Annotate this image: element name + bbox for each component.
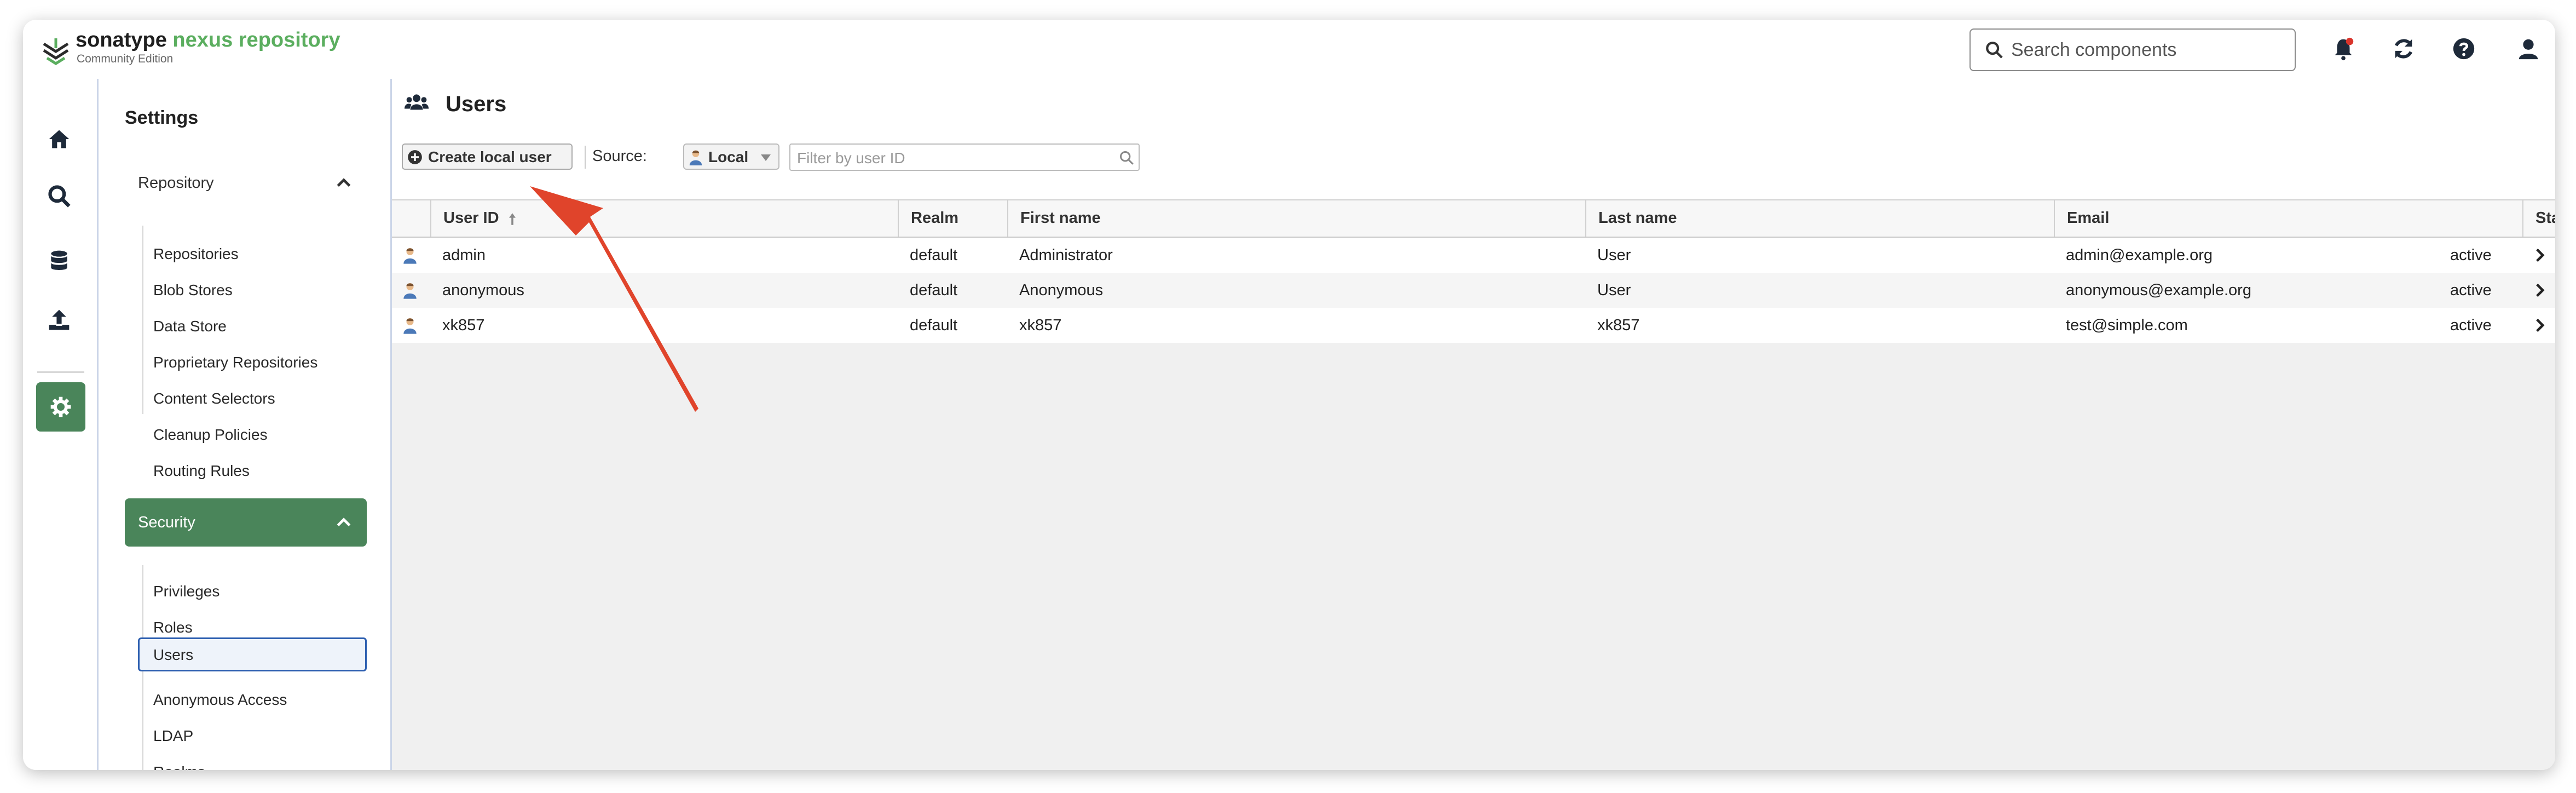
table-row[interactable]: anonymous default Anonymous User anonymo… <box>392 273 2555 308</box>
column-header-actions <box>2522 200 2555 237</box>
nav-item-proprietary-repositories[interactable]: Proprietary Repositories <box>153 354 317 371</box>
column-header-first-name[interactable]: First name <box>1007 200 1585 237</box>
plus-circle-icon <box>408 150 422 164</box>
brand-name: sonatype nexus repository <box>76 28 340 51</box>
source-label: Source: <box>592 147 647 165</box>
main-content: Users Create local user Source: Local Fi… <box>392 79 2555 770</box>
user-icon <box>403 248 417 264</box>
cell-last-name: User <box>1597 281 1631 299</box>
settings-rail-button[interactable] <box>36 382 85 432</box>
repository-group-label: Repository <box>138 174 214 192</box>
create-local-user-label: Create local user <box>428 148 552 165</box>
settings-icon <box>50 396 71 417</box>
top-header: sonatype nexus repository Community Edit… <box>23 20 2555 81</box>
user-icon <box>403 318 417 334</box>
cell-email: anonymous@example.org <box>2066 281 2251 299</box>
cell-email: admin@example.org <box>2066 246 2213 264</box>
nav-item-realms[interactable]: Realms <box>153 763 205 770</box>
cell-user-id: xk857 <box>442 317 485 334</box>
settings-nav: Settings Repository Repositories Blob St… <box>99 79 392 770</box>
chevron-up-icon <box>337 178 351 187</box>
nav-item-routing-rules[interactable]: Routing Rules <box>153 462 250 480</box>
nav-item-content-selectors[interactable]: Content Selectors <box>153 390 275 407</box>
cell-status: active <box>2450 246 2492 264</box>
column-header-email[interactable]: Email <box>2054 200 2522 237</box>
chevron-right-icon[interactable] <box>2533 318 2546 333</box>
security-group-label: Security <box>138 514 195 531</box>
rail-divider <box>37 371 84 373</box>
cell-first-name: xk857 <box>1019 317 1062 334</box>
cell-status: active <box>2450 281 2492 299</box>
page-title: Users <box>446 92 507 116</box>
repository-group-toggle[interactable]: Repository <box>125 159 367 207</box>
nav-item-repositories[interactable]: Repositories <box>153 245 239 263</box>
sonatype-logo-icon[interactable] <box>42 36 70 69</box>
icon-rail <box>23 79 99 770</box>
nav-item-cleanup-policies[interactable]: Cleanup Policies <box>153 426 268 444</box>
table-row[interactable]: admin default Administrator User admin@e… <box>392 238 2555 273</box>
table-row[interactable]: xk857 default xk857 xk857 test@simple.co… <box>392 308 2555 343</box>
cell-last-name: xk857 <box>1597 317 1640 334</box>
column-header-realm[interactable]: Realm <box>898 200 1007 237</box>
cell-first-name: Administrator <box>1019 246 1113 264</box>
settings-title: Settings <box>125 107 199 128</box>
page-header: Users Create local user Source: Local Fi… <box>392 79 2555 199</box>
chevron-up-icon <box>337 518 351 527</box>
database-icon[interactable] <box>47 249 71 273</box>
cell-user-id: anonymous <box>442 281 524 299</box>
search-components-input[interactable]: Search components <box>1969 28 2296 71</box>
search-icon[interactable] <box>47 184 71 208</box>
source-value: Local <box>708 148 749 165</box>
create-local-user-button[interactable]: Create local user <box>402 143 573 170</box>
cell-realm: default <box>910 281 958 299</box>
user-icon <box>403 283 417 299</box>
sort-ascending-icon <box>509 213 516 225</box>
filter-user-id-input[interactable]: Filter by user ID <box>789 143 1140 171</box>
users-grid: User ID Realm First name Last name Email… <box>392 199 2555 343</box>
security-group-toggle[interactable]: Security <box>125 498 367 547</box>
column-header-user-id[interactable]: User ID <box>430 200 898 237</box>
nav-item-privileges[interactable]: Privileges <box>153 583 220 600</box>
toolbar-separator <box>585 146 586 169</box>
bell-icon[interactable] <box>2331 36 2356 61</box>
column-header-last-name[interactable]: Last name <box>1585 200 2054 237</box>
nav-item-users-label: Users <box>153 646 194 663</box>
refresh-icon[interactable] <box>2391 36 2416 61</box>
user-icon[interactable] <box>2516 36 2541 61</box>
dropdown-caret-icon <box>761 154 771 161</box>
grid-header: User ID Realm First name Last name Email… <box>392 199 2555 238</box>
cell-last-name: User <box>1597 246 1631 264</box>
source-dropdown[interactable]: Local <box>683 143 779 170</box>
user-icon <box>689 150 702 165</box>
filter-placeholder: Filter by user ID <box>797 150 905 166</box>
cell-realm: default <box>910 246 958 264</box>
upload-icon[interactable] <box>47 308 71 332</box>
nav-item-roles[interactable]: Roles <box>153 619 193 636</box>
nav-item-data-store[interactable]: Data Store <box>153 318 227 335</box>
help-icon[interactable] <box>2451 36 2476 61</box>
cell-first-name: Anonymous <box>1019 281 1104 299</box>
cell-user-id: admin <box>442 246 486 264</box>
home-icon[interactable] <box>47 127 71 151</box>
search-icon <box>1986 42 2003 59</box>
search-placeholder: Search components <box>2011 39 2177 60</box>
chevron-right-icon[interactable] <box>2533 283 2546 298</box>
cell-realm: default <box>910 317 958 334</box>
app-window: sonatype nexus repository Community Edit… <box>23 20 2555 770</box>
nav-item-users[interactable]: Users <box>138 637 367 671</box>
nav-item-ldap[interactable]: LDAP <box>153 727 193 745</box>
users-icon <box>404 94 429 110</box>
search-icon <box>1119 151 1134 165</box>
nav-item-blob-stores[interactable]: Blob Stores <box>153 281 233 299</box>
cell-email: test@simple.com <box>2066 317 2188 334</box>
edition-label: Community Edition <box>77 53 174 65</box>
repository-tree-line <box>142 226 143 414</box>
chevron-right-icon[interactable] <box>2533 248 2546 263</box>
cell-status: active <box>2450 317 2492 334</box>
nav-item-anonymous-access[interactable]: Anonymous Access <box>153 691 287 709</box>
